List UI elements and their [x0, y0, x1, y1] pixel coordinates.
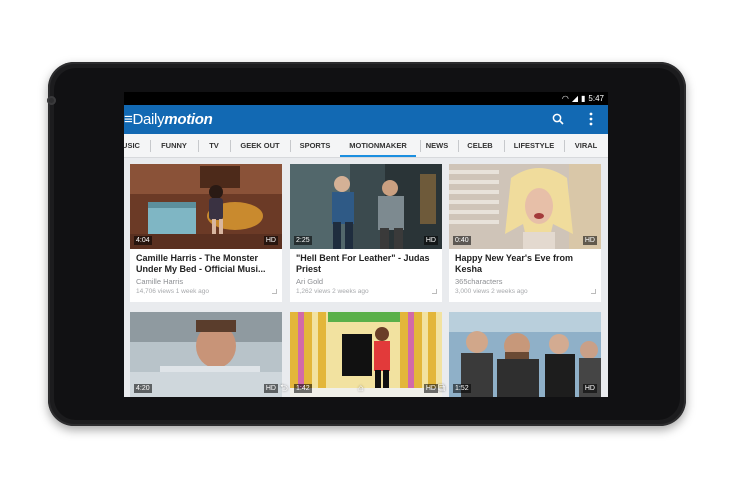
- thumbnail-image: [290, 164, 442, 249]
- video-card[interactable]: 4:04 HD Camille Harris - The Monster Und…: [130, 164, 282, 302]
- category-tabs: USIC FUNNY TV GEEK OUT SPORTS MOTIONMAKE…: [124, 134, 608, 158]
- tab-funny[interactable]: FUNNY: [154, 134, 194, 157]
- tab-tv[interactable]: TV: [202, 134, 226, 157]
- battery-icon: ▮: [581, 94, 586, 103]
- duration-badge: 4:04: [134, 236, 152, 245]
- card-corner-icon: [272, 289, 277, 294]
- video-meta: 3,000 views 2 weeks ago: [455, 288, 528, 295]
- video-title[interactable]: Camille Harris - The Monster Under My Be…: [136, 253, 278, 275]
- screen: ◠ ◢ ▮ 5:47 ≡Dailymotion USIC FUNNY TV: [124, 92, 608, 397]
- card-corner-icon: [432, 289, 437, 294]
- search-button[interactable]: [550, 111, 566, 127]
- dailymotion-logo[interactable]: ≡Daily motion: [124, 111, 213, 128]
- thumbnail-image: [130, 164, 282, 249]
- tab-geek-out[interactable]: GEEK OUT: [236, 134, 284, 157]
- video-thumbnail[interactable]: 0:40 HD: [449, 164, 601, 249]
- home-icon: ⌂: [358, 383, 365, 394]
- tab-sports[interactable]: SPORTS: [294, 134, 336, 157]
- recent-apps-icon: ⧉: [438, 383, 446, 394]
- hd-badge: HD: [263, 236, 278, 245]
- app-bar: ≡Daily motion: [124, 105, 608, 134]
- hd-badge: HD: [423, 236, 438, 245]
- home-button[interactable]: ⌂: [358, 383, 364, 395]
- video-card[interactable]: 0:40 HD Happy New Year's Eve from Kesha …: [449, 164, 601, 302]
- front-camera: [47, 96, 56, 105]
- wifi-icon: ◠: [561, 94, 569, 103]
- tab-lifestyle[interactable]: LIFESTYLE: [508, 134, 560, 157]
- video-card[interactable]: 2:25 HD "Hell Bent For Leather" - Judas …: [290, 164, 442, 302]
- tab-viral[interactable]: VIRAL: [570, 134, 602, 157]
- video-title[interactable]: "Hell Bent For Leather" - Judas Priest: [296, 253, 438, 275]
- search-icon: [552, 113, 564, 125]
- video-thumbnail[interactable]: 2:25 HD: [290, 164, 442, 249]
- video-channel[interactable]: Camille Harris: [136, 277, 183, 286]
- tab-celeb[interactable]: CELEB: [462, 134, 498, 157]
- video-meta: 1,262 views 2 weeks ago: [296, 288, 369, 295]
- status-bar: ◠ ◢ ▮ 5:47: [124, 92, 608, 105]
- thumbnail-image: [449, 164, 601, 249]
- status-time: 5:47: [588, 94, 604, 103]
- hd-badge: HD: [582, 236, 597, 245]
- system-nav-bar: ⮌ ⌂ ⧉: [124, 382, 608, 397]
- signal-icon: ◢: [571, 94, 579, 103]
- tab-music[interactable]: USIC: [124, 134, 140, 157]
- overflow-menu-button[interactable]: [586, 111, 596, 127]
- duration-badge: 0:40: [453, 236, 471, 245]
- video-channel[interactable]: Ari Gold: [296, 277, 323, 286]
- video-channel[interactable]: 365characters: [455, 277, 503, 286]
- tab-news[interactable]: NEWS: [422, 134, 452, 157]
- recent-apps-button[interactable]: ⧉: [438, 383, 445, 395]
- overflow-menu-icon: [589, 112, 593, 126]
- tab-motionmaker[interactable]: MOTIONMAKER: [340, 134, 416, 157]
- video-thumbnail[interactable]: 4:04 HD: [130, 164, 282, 249]
- back-button[interactable]: ⮌: [280, 383, 288, 395]
- card-corner-icon: [591, 289, 596, 294]
- duration-badge: 2:25: [294, 236, 312, 245]
- video-title[interactable]: Happy New Year's Eve from Kesha: [455, 253, 597, 275]
- back-icon: ⮌: [280, 383, 289, 394]
- video-meta: 14,706 views 1 week ago: [136, 288, 209, 295]
